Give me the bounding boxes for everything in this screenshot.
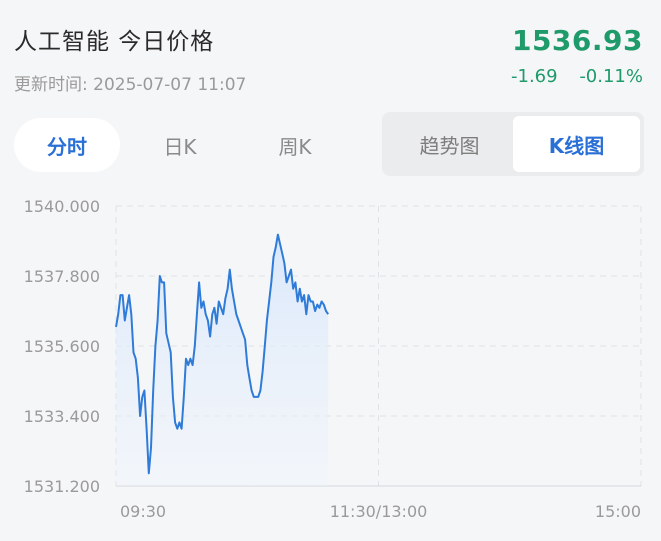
intraday-chart: 1540.000 1537.800 1535.600 1533.400 1531.200… bbox=[24, 197, 642, 521]
x-tick-label: 15:00 bbox=[595, 502, 641, 521]
y-tick-label: 1540.000 bbox=[24, 197, 100, 216]
tab-intraday[interactable]: 分时 bbox=[14, 118, 120, 172]
x-tick-label: 09:30 bbox=[120, 502, 166, 521]
period-tabs: 分时 日K 周K bbox=[14, 118, 370, 172]
y-tick-label: 1537.800 bbox=[24, 267, 100, 286]
tab-daily-k[interactable]: 日K bbox=[120, 118, 240, 172]
toggle-trend-chart[interactable]: 趋势图 bbox=[386, 116, 513, 172]
view-toggle: 趋势图 K线图 bbox=[382, 112, 644, 176]
tab-weekly-k[interactable]: 周K bbox=[240, 118, 350, 172]
y-tick-label: 1533.400 bbox=[24, 407, 100, 426]
y-tick-label: 1535.600 bbox=[24, 337, 100, 356]
price-change: -1.69 -0.11% bbox=[511, 66, 643, 87]
update-time: 更新时间: 2025-07-07 11:07 bbox=[14, 75, 247, 95]
x-tick-label: 11:30/13:00 bbox=[330, 502, 428, 521]
page-title: 人工智能 今日价格 bbox=[14, 29, 215, 55]
change-percent: -0.11% bbox=[579, 66, 643, 87]
change-value: -1.69 bbox=[511, 66, 558, 87]
y-tick-label: 1531.200 bbox=[24, 477, 100, 496]
toggle-k-line-chart[interactable]: K线图 bbox=[513, 116, 640, 172]
current-price: 1536.93 bbox=[511, 24, 643, 57]
